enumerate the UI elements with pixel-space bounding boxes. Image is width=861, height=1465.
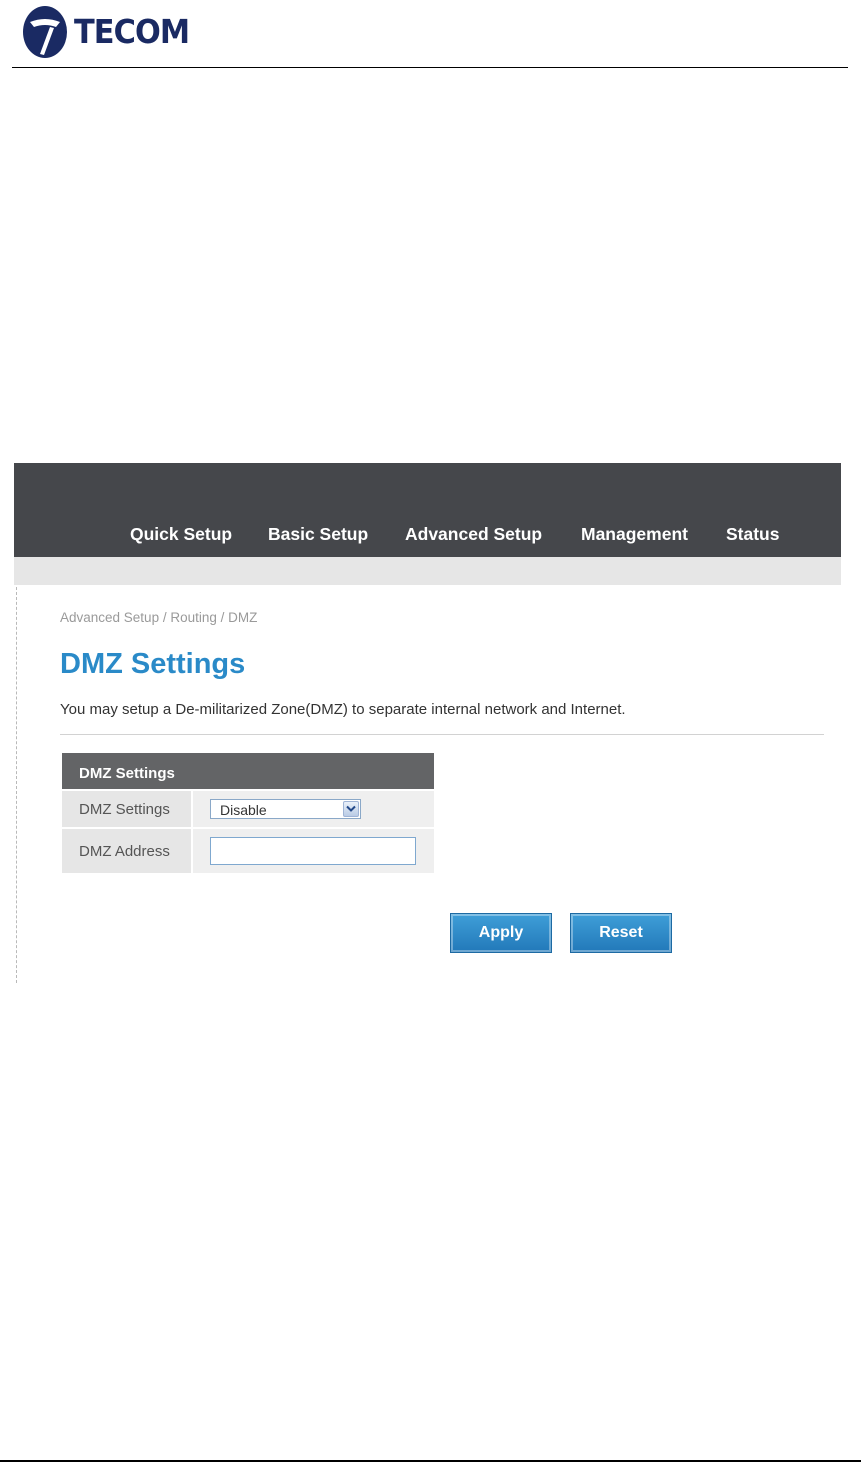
breadcrumb: Advanced Setup / Routing / DMZ	[60, 610, 258, 625]
table-header: DMZ Settings	[62, 753, 434, 789]
dmz-address-label-cell: DMZ Address	[62, 829, 191, 873]
nav-status[interactable]: Status	[726, 524, 779, 545]
nav-management[interactable]: Management	[581, 524, 688, 545]
dmz-settings-select[interactable]: Disable	[210, 799, 361, 819]
section-divider	[60, 734, 824, 735]
dmz-settings-selected-value: Disable	[220, 802, 267, 818]
sub-navbar	[14, 557, 841, 585]
dropdown-button[interactable]	[343, 801, 359, 817]
dmz-address-label: DMZ Address	[79, 843, 170, 860]
content-left-border	[16, 587, 17, 983]
dmz-address-value-cell	[193, 829, 434, 873]
nav-basic-setup[interactable]: Basic Setup	[268, 524, 368, 545]
reset-button[interactable]: Reset	[570, 913, 672, 953]
top-navbar: Quick Setup Basic Setup Advanced Setup M…	[14, 463, 841, 557]
dmz-settings-label: DMZ Settings	[79, 801, 170, 818]
tecom-logo: TECOM	[22, 2, 199, 60]
logo-text: TECOM	[74, 11, 190, 51]
dmz-settings-value-cell: Disable	[193, 791, 434, 827]
table-header-title: DMZ Settings	[79, 765, 175, 782]
apply-button[interactable]: Apply	[450, 913, 552, 953]
page-description: You may setup a De-militarized Zone(DMZ)…	[60, 701, 626, 718]
nav-quick-setup[interactable]: Quick Setup	[130, 524, 232, 545]
nav-advanced-setup[interactable]: Advanced Setup	[405, 524, 542, 545]
dmz-settings-label-cell: DMZ Settings	[62, 791, 191, 827]
tecom-logo-icon	[23, 6, 67, 58]
header-rule	[12, 67, 848, 68]
page-title: DMZ Settings	[60, 648, 246, 680]
footer-rule	[0, 1460, 861, 1462]
chevron-down-icon	[346, 805, 356, 812]
router-ui-screenshot: Quick Setup Basic Setup Advanced Setup M…	[14, 463, 841, 983]
dmz-address-input[interactable]	[210, 837, 416, 865]
